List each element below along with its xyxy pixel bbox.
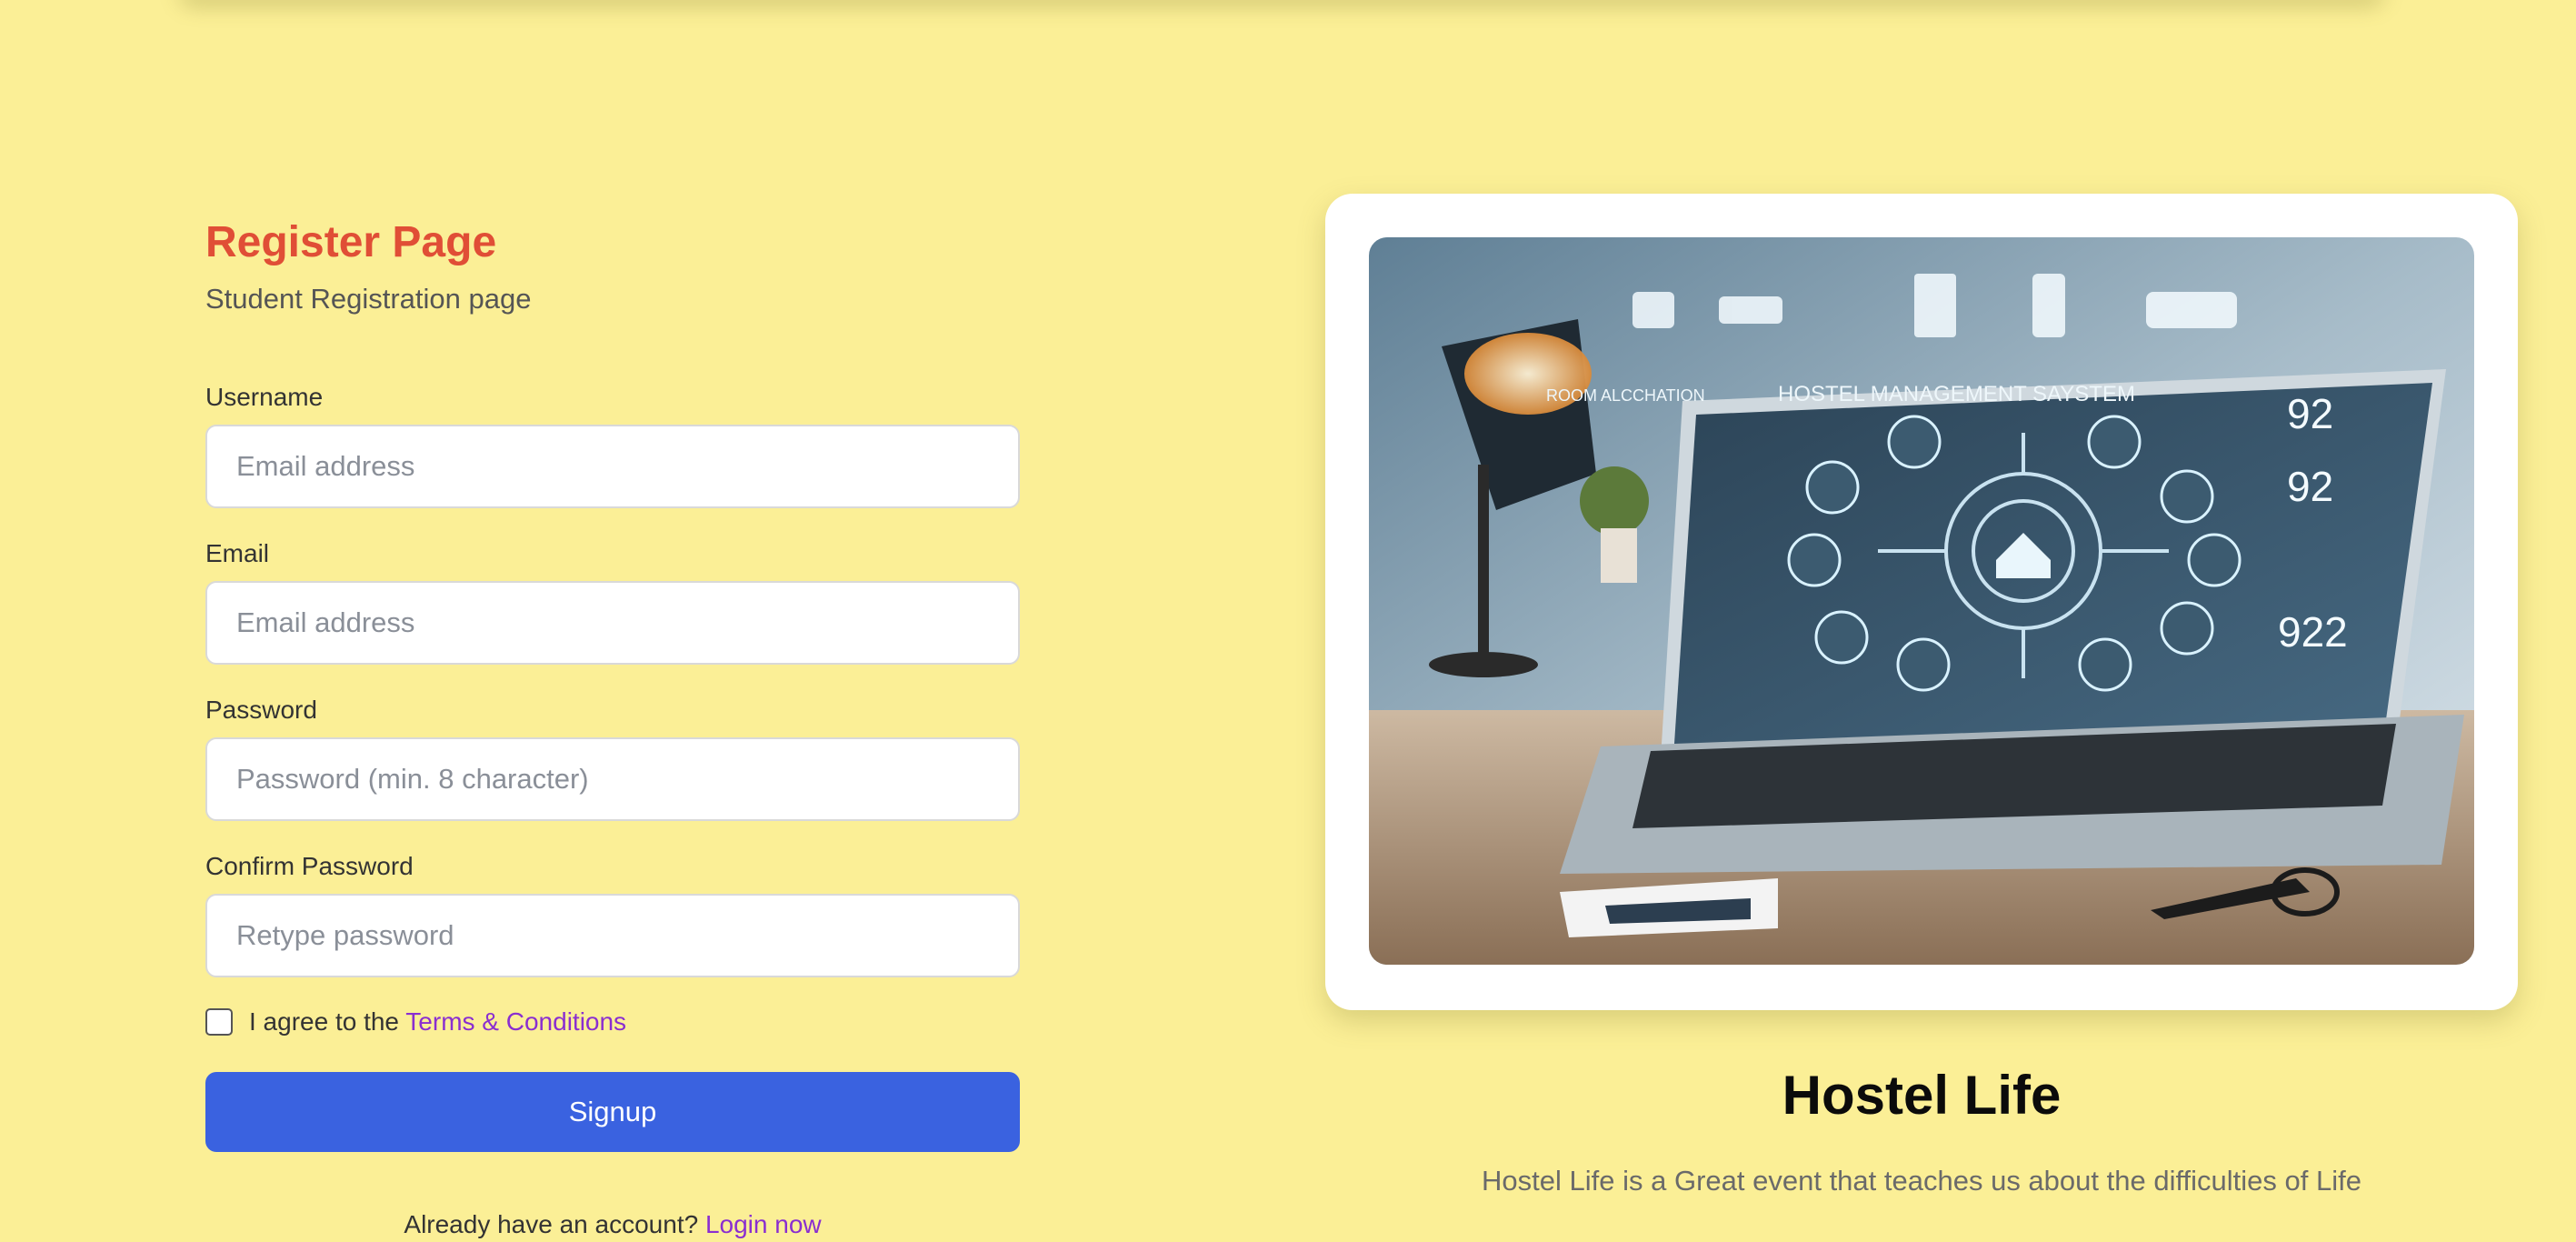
image-stat-2: 92 — [2287, 463, 2333, 510]
confirm-password-input[interactable] — [205, 894, 1020, 977]
already-text: Already have an account? — [404, 1210, 699, 1238]
hostel-life-description: Hostel Life is a Great event that teache… — [1482, 1165, 2361, 1197]
login-link[interactable]: Login now — [705, 1210, 822, 1238]
page-subtitle: Student Registration page — [205, 283, 532, 315]
image-system-text: HOSTEL MANAGEMENT SAYSTEM — [1778, 382, 2135, 406]
confirm-password-label: Confirm Password — [205, 852, 414, 880]
agree-text: I agree to the — [249, 1007, 400, 1036]
terms-row: I agree to the Terms & Conditions — [205, 1007, 626, 1037]
username-label: Username — [205, 383, 324, 411]
hostel-management-illustration: HOSTEL MANAGEMENT SAYSTEM ROOM ALCCHATIO… — [1369, 237, 2474, 965]
register-form: Register Page Student Registration page … — [205, 216, 1020, 1238]
terms-checkbox[interactable] — [205, 1008, 233, 1036]
username-input[interactable] — [205, 425, 1020, 508]
image-stat-3: 922 — [2278, 608, 2348, 656]
password-label: Password — [205, 696, 317, 724]
image-stat-1: 92 — [2287, 390, 2333, 437]
terms-link[interactable]: Terms & Conditions — [405, 1007, 626, 1036]
hostel-life-title: Hostel Life — [1782, 1065, 2062, 1126]
password-input[interactable] — [205, 737, 1020, 821]
email-label: Email — [205, 539, 270, 567]
image-card: HOSTEL MANAGEMENT SAYSTEM ROOM ALCCHATIO… — [1325, 194, 2518, 1010]
signup-button[interactable]: Signup — [205, 1072, 1020, 1152]
image-room-text: ROOM ALCCHATION — [1546, 386, 1705, 405]
terms-label: I agree to the Terms & Conditions — [249, 1007, 626, 1037]
login-prompt: Already have an account? Login now — [205, 1210, 1020, 1239]
page-title: Register Page — [205, 218, 497, 266]
email-input[interactable] — [205, 581, 1020, 665]
